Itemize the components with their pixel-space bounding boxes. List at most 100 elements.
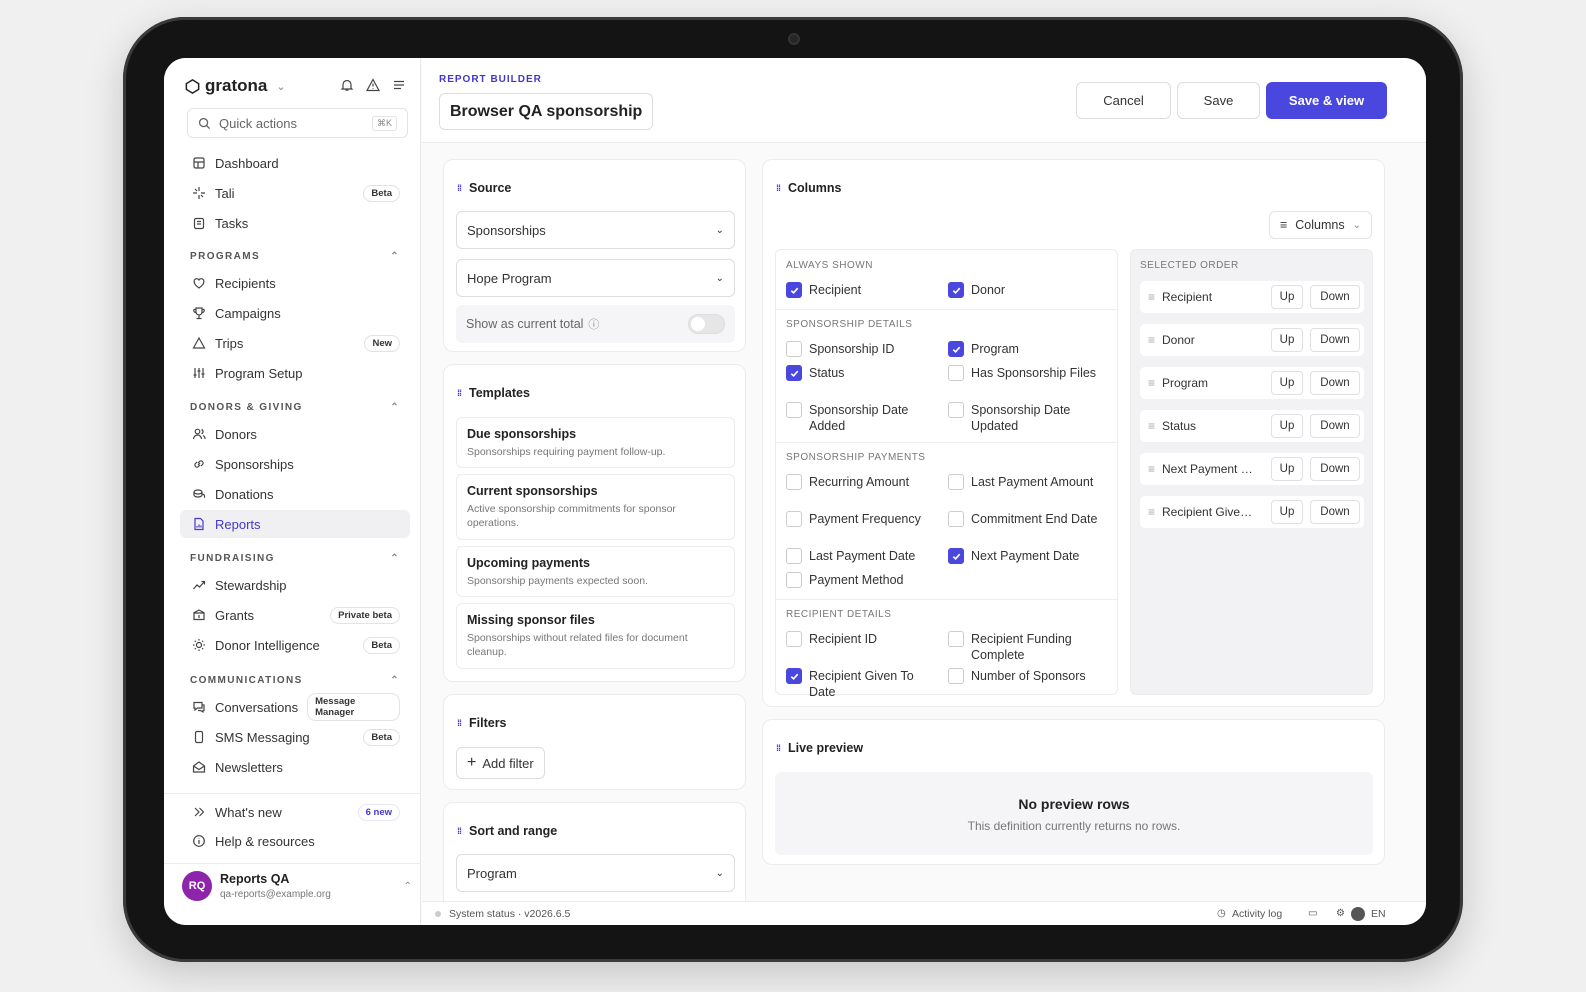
order-row[interactable]: ≡ Recipient Given To Date Up Down [1140,496,1364,528]
sidebar-item-label: Help & resources [215,833,315,849]
preview-title-text: Live preview [788,741,864,755]
column-checkbox-recipient[interactable]: Recipient [786,282,941,299]
template-card[interactable]: Due sponsorships Sponsorships requiring p… [456,417,735,468]
sidebar-item-trips[interactable]: Trips New [180,329,410,357]
language-selector[interactable]: EN [1371,908,1386,920]
column-checkbox-has-sponsorship-files[interactable]: Has Sponsorship Files [948,365,1103,382]
order-row[interactable]: ≡ Status Up Down [1140,410,1364,442]
system-status[interactable]: System status · v2026.6.5 [449,908,570,920]
template-card[interactable]: Missing sponsor files Sponsorships withou… [456,603,735,669]
monitor-icon[interactable]: ▭ [1308,908,1317,919]
drag-handle-icon[interactable]: ≡ [1148,376,1155,390]
column-checkbox-sponsorship-date-updated[interactable]: Sponsorship Date Updated [948,402,1103,434]
column-checkbox-sponsorship-id[interactable]: Sponsorship ID [786,341,941,358]
template-card[interactable]: Upcoming payments Sponsorship payments ex… [456,546,735,597]
program-select[interactable]: Hope Program ⌄ [456,259,735,297]
column-checkbox-donor[interactable]: Donor [948,282,1103,299]
drag-handle-icon[interactable]: ≡ [1148,419,1155,433]
sort-title-text: Sort and range [469,824,558,838]
sidebar-item-campaigns[interactable]: Campaigns [180,299,410,327]
sidebar-item-what-s-new[interactable]: What's new 6 new [180,798,410,826]
column-checkbox-last-payment-amount[interactable]: Last Payment Amount [948,474,1103,491]
column-checkbox-recurring-amount[interactable]: Recurring Amount [786,474,941,491]
avatar: RQ [182,871,212,901]
move-down-button[interactable]: Down [1310,414,1360,438]
move-up-button[interactable]: Up [1271,457,1303,481]
sidebar-item-sms-messaging[interactable]: SMS Messaging Beta [180,723,410,751]
sidebar-item-help-resources[interactable]: Help & resources [180,827,410,855]
sidebar-item-label: Donor Intelligence [215,637,320,653]
order-row[interactable]: ≡ Recipient Up Down [1140,281,1364,313]
move-up-button[interactable]: Up [1271,285,1303,309]
column-checkbox-program[interactable]: Program [948,341,1103,358]
preview-empty-title: No preview rows [1018,796,1130,812]
sidebar-item-donations[interactable]: Donations [180,480,410,508]
column-checkbox-last-payment-date[interactable]: Last Payment Date [786,548,941,565]
current-total-toggle[interactable] [688,314,725,334]
move-down-button[interactable]: Down [1310,457,1360,481]
columns-menu-button[interactable]: ≡ Columns ⌄ [1268,211,1372,239]
sidebar-section-heading[interactable]: DONORS & GIVING ⌃ [190,402,400,413]
add-filter-button[interactable]: + Add filter [456,747,545,779]
move-up-button[interactable]: Up [1271,371,1303,395]
drag-handle-icon[interactable]: ≡ [1148,505,1155,519]
move-up-button[interactable]: Up [1271,500,1303,524]
sidebar-item-sponsorships[interactable]: Sponsorships [180,450,410,478]
move-up-button[interactable]: Up [1271,328,1303,352]
cancel-button[interactable]: Cancel [1076,82,1171,119]
column-checkbox-number-of-sponsors[interactable]: Number of Sponsors [948,668,1103,685]
column-checkbox-next-payment-date[interactable]: Next Payment Date [948,548,1103,565]
template-card[interactable]: Current sponsorships Active sponsorship c… [456,474,735,540]
sort-field-select[interactable]: Program ⌄ [456,854,735,892]
source-entity-select[interactable]: Sponsorships ⌄ [456,211,735,249]
workspace-switcher[interactable]: gratona ⌄ [184,76,286,96]
checkbox-empty-icon [786,474,802,490]
sidebar-section-heading[interactable]: COMMUNICATIONS ⌃ [190,675,400,686]
save-and-view-button[interactable]: Save & view [1266,82,1387,119]
live-preview-card: ⁞⁞ Live preview No preview rows This defi… [762,719,1385,865]
user-menu[interactable]: RQ Reports QA qa-reports@example.org ⌃ [182,871,412,901]
sidebar-item-donors[interactable]: Donors [180,420,410,448]
sidebar-item-stewardship[interactable]: Stewardship [180,571,410,599]
column-checkbox-recipient-id[interactable]: Recipient ID [786,631,941,648]
sidebar-section-heading[interactable]: FUNDRAISING ⌃ [190,553,400,564]
quick-actions-input[interactable]: Quick actions ⌘K [187,108,408,138]
sidebar-item-grants[interactable]: Grants Private beta [180,601,410,629]
column-checkbox-sponsorship-date-added[interactable]: Sponsorship Date Added [786,402,941,434]
column-checkbox-recipient-funding-complete[interactable]: Recipient Funding Complete [948,631,1103,663]
column-checkbox-status[interactable]: Status [786,365,941,382]
drag-handle-icon[interactable]: ≡ [1148,333,1155,347]
sidebar-item-reports[interactable]: Reports [180,510,410,538]
save-button[interactable]: Save [1177,82,1260,119]
sidebar-section-heading[interactable]: PROGRAMS ⌃ [190,251,400,262]
column-checkbox-commitment-end-date[interactable]: Commitment End Date [948,511,1103,528]
menu-icon[interactable] [392,78,406,92]
move-up-button[interactable]: Up [1271,414,1303,438]
report-title-input[interactable]: Browser QA sponsorship [439,93,654,130]
move-down-button[interactable]: Down [1310,500,1360,524]
order-row[interactable]: ≡ Donor Up Down [1140,324,1364,356]
sidebar-item-recipients[interactable]: Recipients [180,269,410,297]
drag-handle-icon[interactable]: ≡ [1148,290,1155,304]
column-checkbox-recipient-given-to-date[interactable]: Recipient Given To Date [786,668,941,700]
alert-icon[interactable] [366,78,380,92]
order-row[interactable]: ≡ Program Up Down [1140,367,1364,399]
column-checkbox-payment-frequency[interactable]: Payment Frequency [786,511,941,528]
move-down-button[interactable]: Down [1310,328,1360,352]
sidebar-item-conversations[interactable]: Conversations Message Manager [180,693,410,721]
selected-order-heading: SELECTED ORDER [1140,260,1239,271]
bell-icon[interactable] [340,78,354,92]
drag-handle-icon[interactable]: ≡ [1148,462,1155,476]
sidebar-item-tasks[interactable]: Tasks [180,209,410,237]
order-row[interactable]: ≡ Next Payment Date Up Down [1140,453,1364,485]
sidebar-item-program-setup[interactable]: Program Setup [180,359,410,387]
sidebar-item-donor-intelligence[interactable]: Donor Intelligence Beta [180,631,410,659]
move-down-button[interactable]: Down [1310,285,1360,309]
sidebar-item-tali[interactable]: Tali Beta [180,179,410,207]
column-checkbox-payment-method[interactable]: Payment Method [786,572,941,589]
move-down-button[interactable]: Down [1310,371,1360,395]
sidebar-item-newsletters[interactable]: Newsletters [180,753,410,781]
activity-log-link[interactable]: Activity log [1232,908,1282,920]
settings-icon[interactable]: ⚙ [1336,908,1345,919]
sidebar-item-dashboard[interactable]: Dashboard [180,149,410,177]
